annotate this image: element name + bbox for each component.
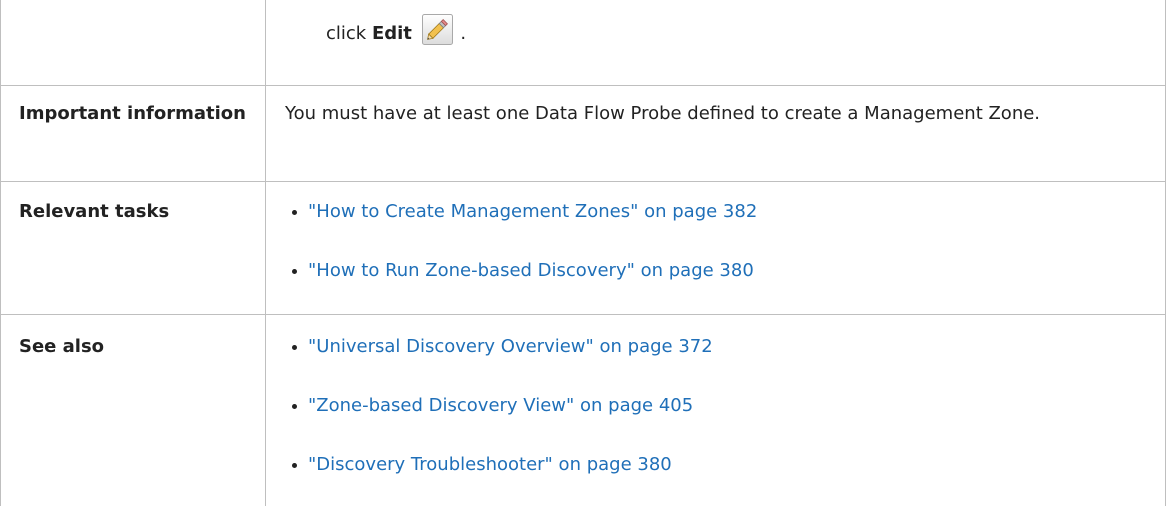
- important-information-value-cell: You must have at least one Data Flow Pro…: [265, 85, 1166, 182]
- bullet-icon: [292, 345, 297, 350]
- list-item: "Zone-based Discovery View" on page 405: [292, 390, 1165, 449]
- row-label: Important information: [19, 103, 246, 124]
- list-item: "How to Run Zone-based Discovery" on pag…: [292, 255, 1165, 314]
- list-item: "Universal Discovery Overview" on page 3…: [292, 331, 1165, 390]
- important-information-text: You must have at least one Data Flow Pro…: [285, 103, 1041, 124]
- table-row-edit-instruction: click Edit .: [0, 0, 1166, 86]
- see-also-label-cell: See also: [0, 314, 266, 506]
- bullet-icon: [292, 269, 297, 274]
- link-discovery-troubleshooter[interactable]: "Discovery Troubleshooter" on page 380: [308, 454, 672, 475]
- relevant-tasks-label-cell: Relevant tasks: [0, 181, 266, 315]
- document-page: click Edit . Important information You m…: [0, 0, 1167, 506]
- row-label: See also: [19, 336, 105, 357]
- table-row-important-information: Important information You must have at l…: [0, 85, 1166, 182]
- table-row-relevant-tasks: Relevant tasks "How to Create Management…: [0, 181, 1166, 315]
- bullet-icon: [292, 404, 297, 409]
- pencil-edit-icon: [421, 14, 453, 45]
- relevant-tasks-value-cell: "How to Create Management Zones" on page…: [265, 181, 1166, 315]
- table-row-see-also: See also "Universal Discovery Overview" …: [0, 314, 1166, 506]
- see-also-list: "Universal Discovery Overview" on page 3…: [266, 315, 1165, 506]
- reference-table: click Edit . Important information You m…: [0, 0, 1166, 506]
- link-how-to-run-zone-based-discovery[interactable]: "How to Run Zone-based Discovery" on pag…: [308, 260, 754, 281]
- important-information-label-cell: Important information: [0, 85, 266, 182]
- see-also-value-cell: "Universal Discovery Overview" on page 3…: [265, 314, 1166, 506]
- edit-instruction-cell: click Edit .: [265, 0, 1166, 86]
- bullet-icon: [292, 463, 297, 468]
- link-zone-based-discovery-view[interactable]: "Zone-based Discovery View" on page 405: [308, 395, 693, 416]
- link-universal-discovery-overview[interactable]: "Universal Discovery Overview" on page 3…: [308, 336, 713, 357]
- edit-action-label: Edit: [371, 23, 412, 44]
- list-item: "Discovery Troubleshooter" on page 380: [292, 449, 1165, 506]
- empty-label-cell: [0, 0, 266, 86]
- bullet-icon: [292, 210, 297, 215]
- link-how-to-create-management-zones[interactable]: "How to Create Management Zones" on page…: [308, 201, 757, 222]
- instruction-suffix: .: [460, 23, 467, 44]
- list-item: "How to Create Management Zones" on page…: [292, 196, 1165, 255]
- row-label: Relevant tasks: [19, 201, 170, 222]
- relevant-tasks-list: "How to Create Management Zones" on page…: [266, 182, 1165, 314]
- instruction-prefix: click: [326, 23, 367, 44]
